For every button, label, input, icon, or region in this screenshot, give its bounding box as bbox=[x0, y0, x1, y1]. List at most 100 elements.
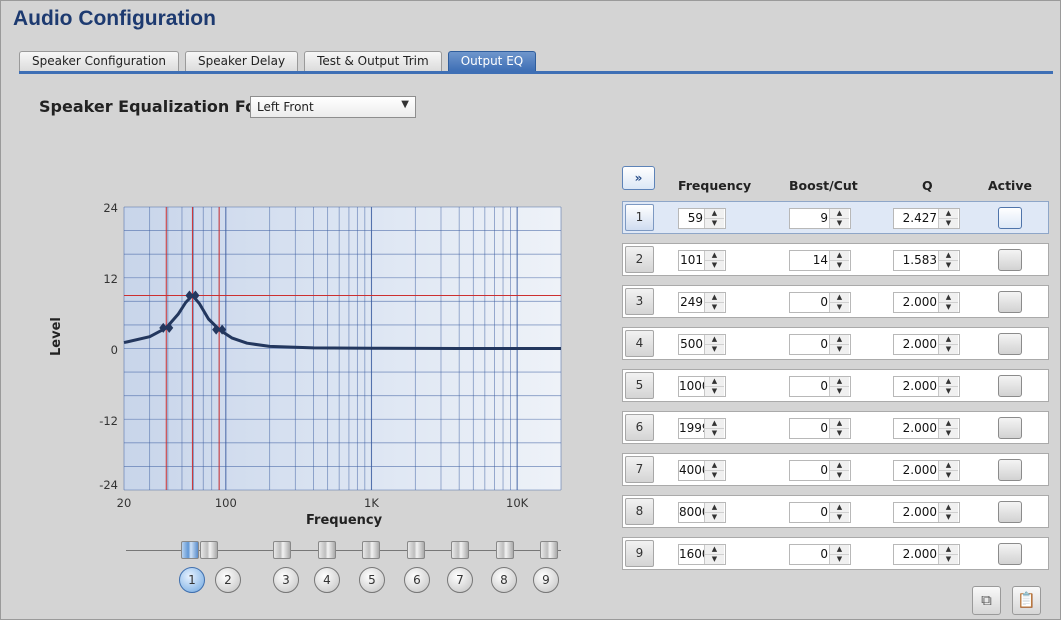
spinner-buttons[interactable]: ▲ ▼ bbox=[704, 377, 724, 396]
arrow-up-icon[interactable]: ▲ bbox=[939, 335, 958, 344]
tab-speaker-configuration[interactable]: Speaker Configuration bbox=[19, 51, 180, 71]
arrow-up-icon[interactable]: ▲ bbox=[939, 419, 958, 428]
spinner-buttons[interactable]: ▲ ▼ bbox=[704, 545, 724, 564]
spinner-buttons[interactable]: ▲ ▼ bbox=[829, 503, 849, 522]
band-number-button[interactable]: 8 bbox=[625, 498, 654, 525]
band-button[interactable]: 5 bbox=[359, 567, 385, 593]
boost-cut-spinner[interactable]: 0 ▲ ▼ bbox=[789, 460, 851, 481]
arrow-down-icon[interactable]: ▼ bbox=[830, 512, 849, 521]
band-bracket-handle[interactable] bbox=[407, 541, 425, 559]
tab-speaker-delay[interactable]: Speaker Delay bbox=[185, 51, 299, 71]
band-button[interactable]: 4 bbox=[314, 567, 340, 593]
arrow-up-icon[interactable]: ▲ bbox=[830, 377, 849, 386]
arrow-up-icon[interactable]: ▲ bbox=[705, 503, 724, 512]
band-number-button[interactable]: 6 bbox=[625, 414, 654, 441]
active-checkbox[interactable] bbox=[998, 375, 1022, 397]
spinner-buttons[interactable]: ▲ ▼ bbox=[829, 419, 849, 438]
arrow-down-icon[interactable]: ▼ bbox=[830, 386, 849, 395]
spinner-buttons[interactable]: ▲ ▼ bbox=[829, 335, 849, 354]
arrow-down-icon[interactable]: ▼ bbox=[705, 554, 724, 563]
band-bracket-handle[interactable] bbox=[362, 541, 380, 559]
arrow-down-icon[interactable]: ▼ bbox=[705, 260, 724, 269]
q-spinner[interactable]: 2.000 ▲ ▼ bbox=[893, 292, 960, 313]
q-spinner[interactable]: 2.000 ▲ ▼ bbox=[893, 376, 960, 397]
spinner-buttons[interactable]: ▲ ▼ bbox=[938, 293, 958, 312]
spinner-buttons[interactable]: ▲ ▼ bbox=[938, 461, 958, 480]
spinner-buttons[interactable]: ▲ ▼ bbox=[938, 419, 958, 438]
q-spinner[interactable]: 2.427 ▲ ▼ bbox=[893, 208, 960, 229]
boost-cut-spinner[interactable]: 0 ▲ ▼ bbox=[789, 292, 851, 313]
paste-button[interactable]: 📋 bbox=[1012, 586, 1041, 615]
arrow-down-icon[interactable]: ▼ bbox=[830, 260, 849, 269]
arrow-up-icon[interactable]: ▲ bbox=[939, 251, 958, 260]
spinner-buttons[interactable]: ▲ ▼ bbox=[938, 503, 958, 522]
arrow-up-icon[interactable]: ▲ bbox=[830, 461, 849, 470]
band-row[interactable]: 1 59 ▲ ▼ 9 ▲ ▼ 2.427 ▲ ▼ bbox=[622, 201, 1049, 234]
expand-button[interactable]: » bbox=[622, 166, 655, 190]
band-button[interactable]: 2 bbox=[215, 567, 241, 593]
band-button[interactable]: 7 bbox=[447, 567, 473, 593]
arrow-up-icon[interactable]: ▲ bbox=[939, 293, 958, 302]
band-number-button[interactable]: 3 bbox=[625, 288, 654, 315]
band-number-button[interactable]: 2 bbox=[625, 246, 654, 273]
spinner-buttons[interactable]: ▲ ▼ bbox=[704, 209, 724, 228]
arrow-up-icon[interactable]: ▲ bbox=[705, 377, 724, 386]
arrow-up-icon[interactable]: ▲ bbox=[830, 209, 849, 218]
boost-cut-spinner[interactable]: 0 ▲ ▼ bbox=[789, 544, 851, 565]
arrow-up-icon[interactable]: ▲ bbox=[830, 545, 849, 554]
arrow-up-icon[interactable]: ▲ bbox=[939, 545, 958, 554]
spinner-buttons[interactable]: ▲ ▼ bbox=[829, 545, 849, 564]
spinner-buttons[interactable]: ▲ ▼ bbox=[938, 545, 958, 564]
arrow-up-icon[interactable]: ▲ bbox=[830, 251, 849, 260]
frequency-spinner[interactable]: 101 ▲ ▼ bbox=[678, 250, 726, 271]
spinner-buttons[interactable]: ▲ ▼ bbox=[704, 461, 724, 480]
arrow-down-icon[interactable]: ▼ bbox=[939, 386, 958, 395]
arrow-down-icon[interactable]: ▼ bbox=[705, 386, 724, 395]
arrow-up-icon[interactable]: ▲ bbox=[939, 461, 958, 470]
band-button[interactable]: 3 bbox=[273, 567, 299, 593]
arrow-up-icon[interactable]: ▲ bbox=[705, 335, 724, 344]
arrow-down-icon[interactable]: ▼ bbox=[705, 302, 724, 311]
active-checkbox[interactable] bbox=[998, 501, 1022, 523]
band-bracket-handle[interactable] bbox=[181, 541, 199, 559]
arrow-up-icon[interactable]: ▲ bbox=[705, 209, 724, 218]
arrow-up-icon[interactable]: ▲ bbox=[830, 419, 849, 428]
tab-test-output-trim[interactable]: Test & Output Trim bbox=[304, 51, 442, 71]
arrow-down-icon[interactable]: ▼ bbox=[830, 302, 849, 311]
arrow-up-icon[interactable]: ▲ bbox=[830, 293, 849, 302]
band-row[interactable]: 9 16000 ▲ ▼ 0 ▲ ▼ 2.000 ▲ ▼ bbox=[622, 537, 1049, 570]
spinner-buttons[interactable]: ▲ ▼ bbox=[704, 251, 724, 270]
arrow-down-icon[interactable]: ▼ bbox=[830, 344, 849, 353]
boost-cut-spinner[interactable]: 0 ▲ ▼ bbox=[789, 418, 851, 439]
eq-response-chart[interactable]: 24 12 0 -12 -24 20 100 1K 10K bbox=[1, 191, 581, 541]
band-row[interactable]: 4 500 ▲ ▼ 0 ▲ ▼ 2.000 ▲ ▼ bbox=[622, 327, 1049, 360]
spinner-buttons[interactable]: ▲ ▼ bbox=[704, 335, 724, 354]
q-spinner[interactable]: 2.000 ▲ ▼ bbox=[893, 544, 960, 565]
active-checkbox[interactable] bbox=[998, 291, 1022, 313]
q-spinner[interactable]: 2.000 ▲ ▼ bbox=[893, 334, 960, 355]
band-button[interactable]: 6 bbox=[404, 567, 430, 593]
spinner-buttons[interactable]: ▲ ▼ bbox=[829, 251, 849, 270]
q-spinner[interactable]: 2.000 ▲ ▼ bbox=[893, 418, 960, 439]
active-checkbox[interactable] bbox=[998, 543, 1022, 565]
arrow-up-icon[interactable]: ▲ bbox=[705, 419, 724, 428]
q-spinner[interactable]: 1.583 ▲ ▼ bbox=[893, 250, 960, 271]
arrow-up-icon[interactable]: ▲ bbox=[830, 503, 849, 512]
band-number-button[interactable]: 4 bbox=[625, 330, 654, 357]
active-checkbox[interactable] bbox=[998, 459, 1022, 481]
spinner-buttons[interactable]: ▲ ▼ bbox=[938, 251, 958, 270]
spinner-buttons[interactable]: ▲ ▼ bbox=[704, 419, 724, 438]
boost-cut-spinner[interactable]: 0 ▲ ▼ bbox=[789, 502, 851, 523]
band-bracket-handle[interactable] bbox=[451, 541, 469, 559]
arrow-down-icon[interactable]: ▼ bbox=[939, 218, 958, 227]
boost-cut-spinner[interactable]: 9 ▲ ▼ bbox=[789, 208, 851, 229]
spinner-buttons[interactable]: ▲ ▼ bbox=[704, 293, 724, 312]
arrow-down-icon[interactable]: ▼ bbox=[705, 218, 724, 227]
frequency-spinner[interactable]: 1000 ▲ ▼ bbox=[678, 376, 726, 397]
spinner-buttons[interactable]: ▲ ▼ bbox=[938, 377, 958, 396]
frequency-spinner[interactable]: 249 ▲ ▼ bbox=[678, 292, 726, 313]
band-button[interactable]: 8 bbox=[491, 567, 517, 593]
band-bracket-handle[interactable] bbox=[318, 541, 336, 559]
arrow-up-icon[interactable]: ▲ bbox=[939, 209, 958, 218]
boost-cut-spinner[interactable]: 0 ▲ ▼ bbox=[789, 376, 851, 397]
